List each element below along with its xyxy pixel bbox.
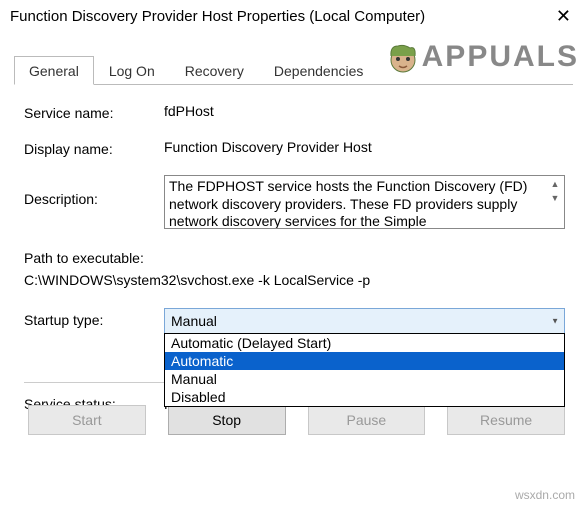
service-name-row: Service name: fdPHost bbox=[24, 103, 565, 121]
startup-type-row: Startup type: Manual ▼ Automatic (Delaye… bbox=[24, 308, 565, 334]
option-disabled[interactable]: Disabled bbox=[165, 388, 564, 406]
path-value: C:\WINDOWS\system32\svchost.exe -k Local… bbox=[24, 269, 565, 291]
scroll-down-icon[interactable]: ▼ bbox=[547, 191, 563, 205]
display-name-value: Function Discovery Provider Host bbox=[164, 139, 565, 155]
description-label: Description: bbox=[24, 175, 164, 207]
tab-general[interactable]: General bbox=[14, 56, 94, 85]
startup-type-label: Startup type: bbox=[24, 308, 164, 328]
tab-dependencies[interactable]: Dependencies bbox=[259, 56, 379, 84]
display-name-row: Display name: Function Discovery Provide… bbox=[24, 139, 565, 157]
footer-watermark: wsxdn.com bbox=[515, 488, 575, 502]
path-label: Path to executable: bbox=[24, 247, 565, 269]
start-button[interactable]: Start bbox=[28, 405, 146, 435]
resume-button[interactable]: Resume bbox=[447, 405, 565, 435]
service-name-value: fdPHost bbox=[164, 103, 565, 119]
pause-button[interactable]: Pause bbox=[308, 405, 426, 435]
tab-strip: General Log On Recovery Dependencies bbox=[14, 55, 587, 84]
tab-log-on[interactable]: Log On bbox=[94, 56, 170, 84]
startup-type-dropdown: Automatic (Delayed Start) Automatic Manu… bbox=[164, 333, 565, 407]
display-name-label: Display name: bbox=[24, 139, 164, 157]
window-title: Function Discovery Provider Host Propert… bbox=[10, 8, 425, 25]
option-automatic[interactable]: Automatic bbox=[165, 352, 564, 370]
option-manual[interactable]: Manual bbox=[165, 370, 564, 388]
service-control-buttons: Start Stop Pause Resume bbox=[28, 405, 565, 435]
close-icon[interactable]: ✕ bbox=[548, 6, 579, 27]
startup-type-combo-wrapper: Manual ▼ Automatic (Delayed Start) Autom… bbox=[164, 308, 565, 334]
service-name-label: Service name: bbox=[24, 103, 164, 121]
description-row: Description: The FDPHOST service hosts t… bbox=[24, 175, 565, 229]
startup-type-selected: Manual bbox=[171, 313, 217, 329]
scroll-up-icon[interactable]: ▲ bbox=[547, 177, 563, 191]
properties-panel: Service name: fdPHost Display name: Func… bbox=[0, 85, 587, 383]
description-text[interactable]: The FDPHOST service hosts the Function D… bbox=[164, 175, 565, 229]
startup-type-combo[interactable]: Manual bbox=[164, 308, 565, 334]
option-automatic-delayed[interactable]: Automatic (Delayed Start) bbox=[165, 334, 564, 352]
title-bar: Function Discovery Provider Host Propert… bbox=[0, 0, 587, 33]
tab-recovery[interactable]: Recovery bbox=[170, 56, 259, 84]
description-box: The FDPHOST service hosts the Function D… bbox=[164, 175, 565, 229]
stop-button[interactable]: Stop bbox=[168, 405, 286, 435]
path-section: Path to executable: C:\WINDOWS\system32\… bbox=[24, 247, 565, 292]
